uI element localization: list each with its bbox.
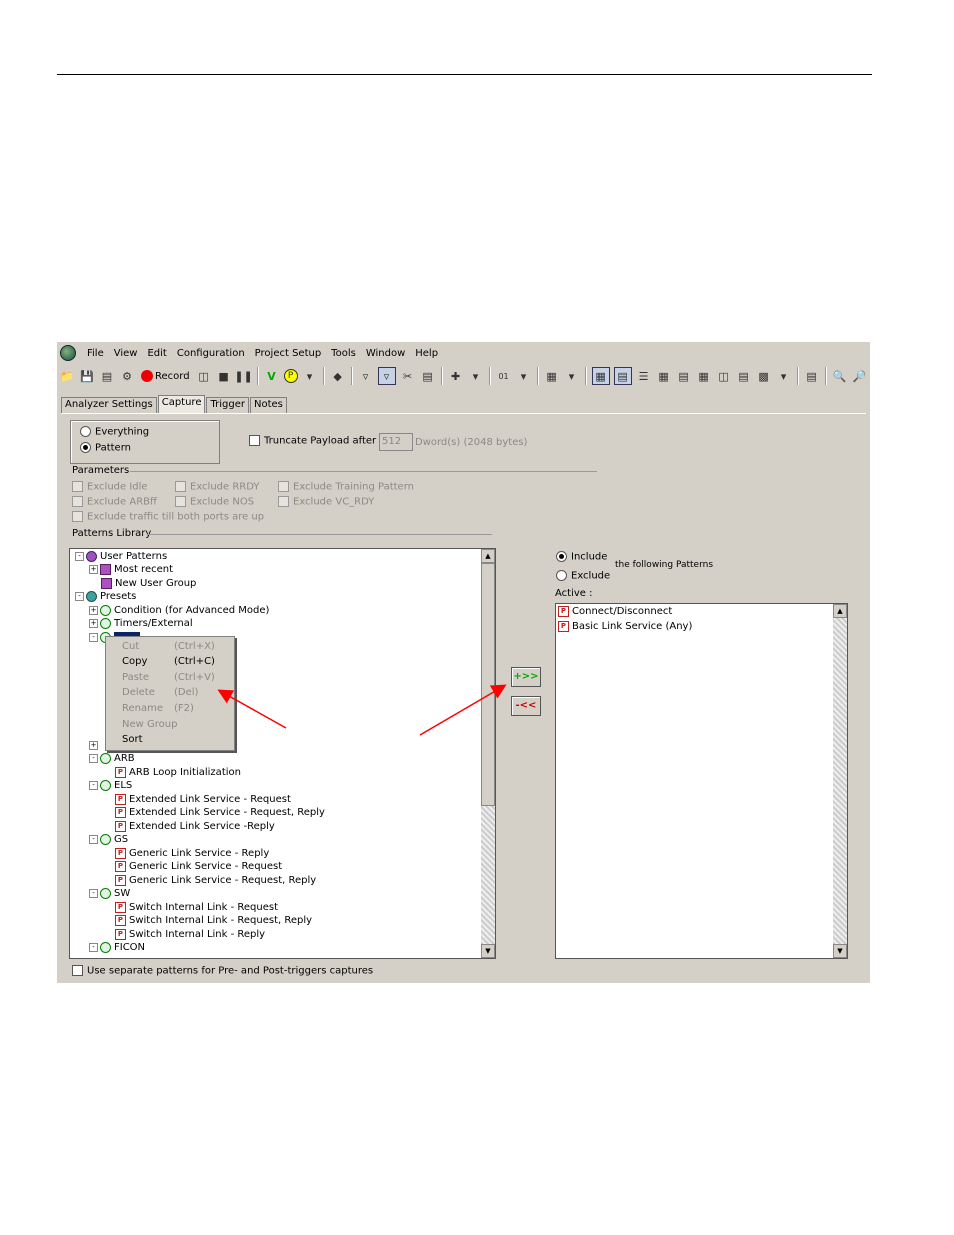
annotation-arrows (217, 684, 507, 736)
arrow-to-context-menu (217, 689, 287, 729)
analyzer-window: File View Edit Configuration Project Set… (57, 342, 870, 983)
page-rule (57, 74, 872, 75)
arrow-to-add-button (419, 684, 507, 736)
